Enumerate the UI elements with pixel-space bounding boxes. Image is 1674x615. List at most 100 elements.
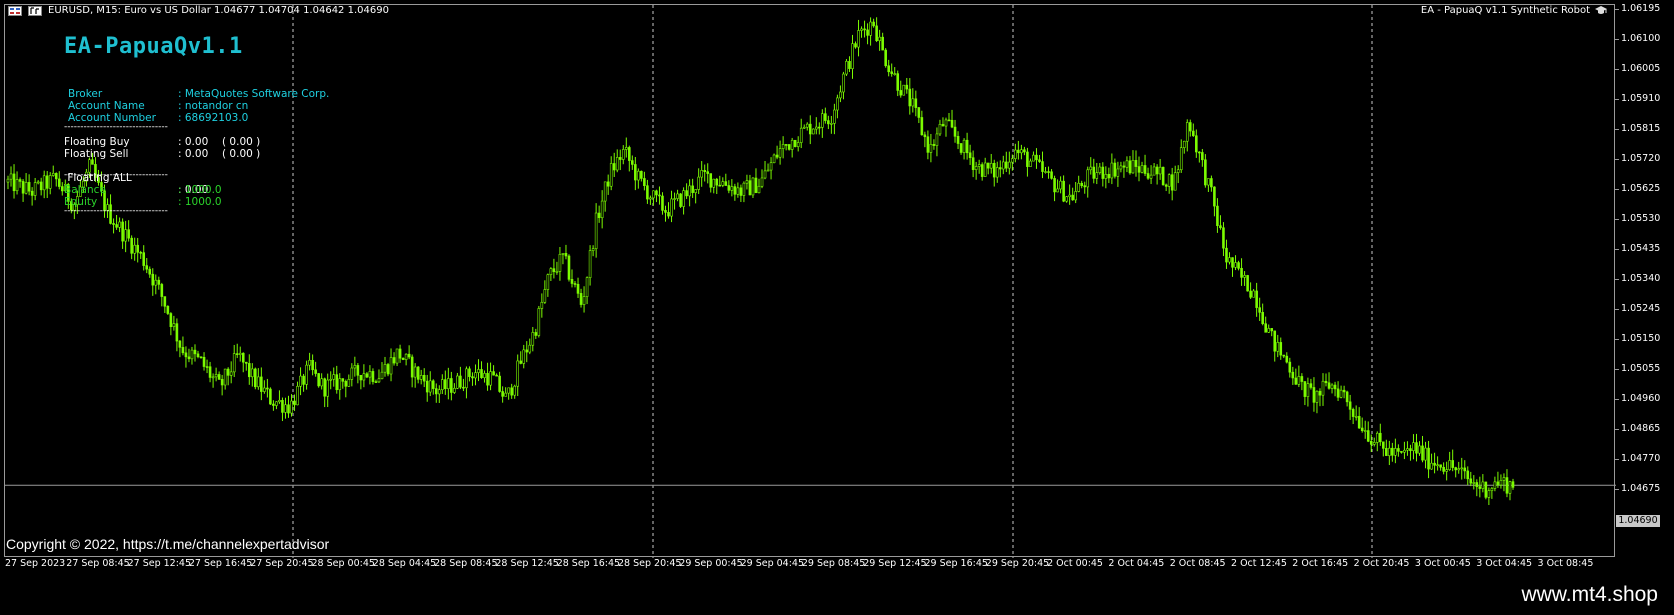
candle xyxy=(772,153,776,164)
time-tick: 2 Oct 16:45 xyxy=(1292,558,1349,569)
candle xyxy=(136,237,139,263)
chart-window-icon[interactable] xyxy=(8,5,22,16)
candle xyxy=(311,354,314,376)
candle xyxy=(263,380,266,394)
candle xyxy=(428,371,432,397)
candle xyxy=(688,179,691,207)
candle xyxy=(730,179,734,197)
candle xyxy=(893,67,897,76)
candle xyxy=(1008,151,1011,175)
candle xyxy=(208,361,212,383)
chart-window[interactable]: EURUSD, M15: Euro vs US Dollar 1.04677 1… xyxy=(0,0,1674,615)
floating-sell-value: : 0.00 xyxy=(178,148,209,160)
price-tick: 1.04675 xyxy=(1614,483,1661,494)
candle xyxy=(793,139,797,148)
candle xyxy=(685,183,688,199)
price-tick: 1.05245 xyxy=(1614,303,1661,314)
candle xyxy=(178,340,182,358)
candle xyxy=(220,374,224,396)
candle xyxy=(1412,434,1415,460)
candle xyxy=(887,59,890,77)
price-scale[interactable]: 1.06195 1.06100 1.06005 1.05910 1.05815 1.057… xyxy=(1614,4,1674,557)
candle xyxy=(127,220,130,242)
candle xyxy=(323,377,326,408)
candle xyxy=(296,381,299,406)
candle xyxy=(12,164,16,199)
candle xyxy=(600,190,604,229)
time-tick: 2 Oct 08:45 xyxy=(1169,558,1226,569)
candle xyxy=(1424,441,1427,469)
candle xyxy=(721,177,725,188)
chart-area[interactable] xyxy=(4,4,1616,558)
candle xyxy=(163,296,167,313)
candle xyxy=(1207,178,1210,192)
candle xyxy=(1297,365,1301,388)
candle xyxy=(1249,282,1252,299)
candle xyxy=(444,370,447,395)
time-axis[interactable]: 27 Sep 2023 27 Sep 08:45 27 Sep 12:45 27 Se… xyxy=(4,557,1615,573)
candle xyxy=(881,32,884,51)
candle xyxy=(1020,144,1023,160)
graduation-cap-icon[interactable] xyxy=(1594,5,1608,16)
candle xyxy=(139,250,143,259)
price-tick: 1.04770 xyxy=(1614,453,1661,464)
candle xyxy=(1315,390,1319,414)
candle xyxy=(338,373,342,400)
candle xyxy=(480,361,483,379)
candle xyxy=(1409,444,1412,461)
account-number-value: : 68692103.0 xyxy=(178,112,249,124)
candle xyxy=(875,17,878,43)
candle xyxy=(229,361,233,384)
candle xyxy=(863,20,866,38)
candle xyxy=(528,338,532,355)
candle xyxy=(341,378,345,389)
time-tick: 29 Sep 04:45 xyxy=(740,558,805,569)
candle xyxy=(1300,373,1304,391)
candle xyxy=(1035,148,1038,169)
time-tick: 28 Sep 20:45 xyxy=(618,558,682,569)
candle xyxy=(1336,381,1340,401)
candle xyxy=(573,280,577,288)
candle xyxy=(597,205,601,223)
candle xyxy=(525,341,529,363)
candle xyxy=(356,362,360,384)
candle xyxy=(628,145,631,172)
footer-bar: www.mt4.shop xyxy=(0,576,1674,615)
candle xyxy=(1225,239,1228,269)
candle xyxy=(558,246,562,281)
candle xyxy=(980,162,984,181)
candle xyxy=(845,59,848,76)
candle xyxy=(1357,407,1361,429)
candle xyxy=(462,378,465,392)
candle xyxy=(510,383,513,399)
candle xyxy=(1354,405,1358,421)
candle xyxy=(1460,457,1464,480)
candle xyxy=(1101,162,1105,187)
candle xyxy=(332,367,336,387)
candle xyxy=(33,177,37,201)
candle xyxy=(434,383,438,403)
candle xyxy=(1104,166,1108,189)
candle xyxy=(1089,157,1093,175)
candle xyxy=(9,166,13,187)
candle xyxy=(287,395,290,418)
candle xyxy=(1210,175,1213,192)
candle xyxy=(727,180,731,194)
candle xyxy=(272,400,275,411)
candle xyxy=(115,215,118,230)
candle xyxy=(308,352,311,371)
chart-mode-icon[interactable] xyxy=(28,5,42,16)
candle xyxy=(250,363,254,387)
candle xyxy=(1023,146,1026,156)
candle xyxy=(160,282,164,307)
candle xyxy=(202,352,206,371)
candle xyxy=(1050,169,1053,180)
candle xyxy=(416,366,420,384)
candle xyxy=(317,372,320,388)
candle xyxy=(350,363,354,387)
candle xyxy=(371,368,375,385)
time-tick: 27 Sep 08:45 xyxy=(66,558,130,569)
candle xyxy=(534,328,538,339)
candle xyxy=(1448,451,1451,471)
candle xyxy=(172,315,176,331)
